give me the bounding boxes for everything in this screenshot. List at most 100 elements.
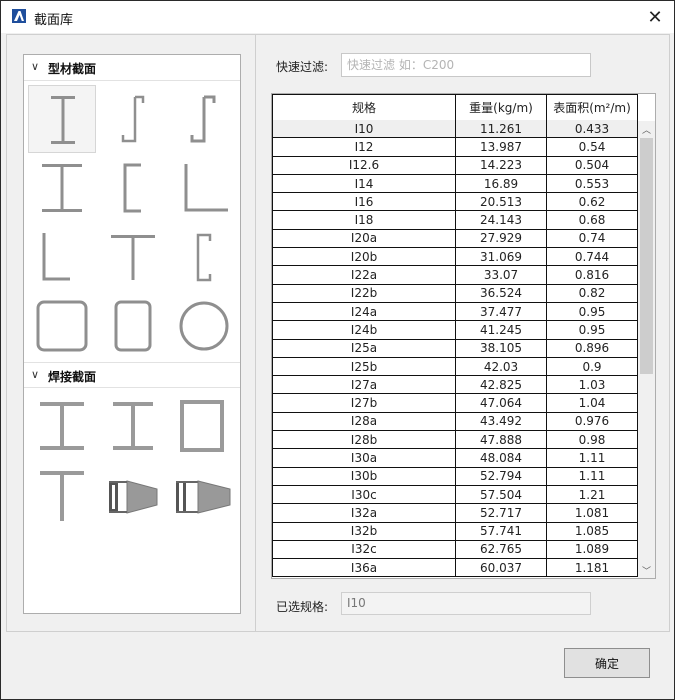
vertical-scrollbar[interactable]: ︿ ﹀ [638,121,655,578]
tapered-i-alt-shape[interactable] [170,461,238,529]
table-row[interactable]: I12.6 14.223 0.504 [272,156,638,175]
spec-cell: I20b [272,248,456,267]
z-section-shape[interactable] [99,85,167,153]
z-section-alt-shape[interactable] [170,85,238,153]
section-type-panel: ∨ 型材截面 ∨ 焊接截面 [23,54,241,614]
table-row[interactable]: I27a 42.825 1.03 [272,376,638,395]
scrollbar-thumb[interactable] [640,138,653,374]
table-row[interactable]: I25a 38.105 0.896 [272,339,638,358]
table-row[interactable]: I32c 62.765 1.089 [272,540,638,560]
table-row[interactable]: I24b 41.245 0.95 [272,321,638,340]
table-row[interactable]: I22a 33.07 0.816 [272,266,638,285]
column-header-spec[interactable]: 规格 [272,94,456,120]
weight-cell: 13.987 [456,138,547,157]
i-beam-icon [51,96,75,144]
area-cell: 0.9 [547,357,638,377]
scroll-down-icon[interactable]: ﹀ [638,562,655,578]
profile-section-header[interactable]: ∨ 型材截面 [24,55,240,81]
circular-hollow-icon [179,301,229,351]
scroll-up-icon[interactable]: ︿ [638,121,655,137]
table-row[interactable]: I24a 37.477 0.95 [272,302,638,322]
circular-hollow-shape[interactable] [170,292,238,360]
table-row[interactable]: I14 16.89 0.553 [272,174,638,194]
spec-cell: I12.6 [272,156,456,175]
filter-input[interactable] [341,53,591,77]
chevron-down-icon[interactable]: ∨ [31,60,43,74]
welded-i-shape[interactable] [28,392,96,460]
table-row[interactable]: I30b 52.794 1.11 [272,467,638,486]
ok-button[interactable]: 确定 [564,648,650,678]
weight-cell: 27.929 [456,229,547,249]
welded-i-icon [40,402,84,450]
channel-shape[interactable] [99,154,167,222]
profile-section-label: 型材截面 [48,62,97,76]
welded-section-label: 焊接截面 [48,370,97,384]
table-row[interactable]: I16 20.513 0.62 [272,193,638,212]
weight-cell: 42.03 [456,357,547,377]
spec-cell: I28a [272,412,456,432]
table-row[interactable]: I28a 43.492 0.976 [272,412,638,432]
equal-angle-shape[interactable] [170,154,238,222]
table-row[interactable]: I10 11.261 0.433 [272,120,638,139]
weight-cell: 60.037 [456,559,547,578]
weight-cell: 41.245 [456,321,547,340]
table-row[interactable]: I36a 60.037 1.181 [272,559,638,578]
lipped-channel-shape[interactable] [170,223,238,291]
weight-cell: 57.741 [456,522,547,541]
square-hollow-shape[interactable] [28,292,96,360]
area-cell: 0.62 [547,193,638,212]
table-row[interactable]: I25b 42.03 0.9 [272,357,638,377]
wide-flange-i-icon [42,164,82,212]
area-cell: 0.433 [547,120,638,139]
equal-angle-icon [184,164,228,212]
rectangular-hollow-icon [114,300,152,352]
table-row[interactable]: I27b 47.064 1.04 [272,394,638,413]
welded-box-shape[interactable] [170,392,238,460]
spec-cell: I18 [272,211,456,230]
close-icon[interactable]: ✕ [642,5,668,29]
spec-cell: I32b [272,522,456,541]
chevron-down-icon[interactable]: ∨ [31,368,43,382]
table-row[interactable]: I32a 52.717 1.081 [272,504,638,523]
spec-cell: I30a [272,449,456,468]
welded-section-header[interactable]: ∨ 焊接截面 [24,362,240,388]
table-row[interactable]: I12 13.987 0.54 [272,138,638,157]
column-header-weight[interactable]: 重量(kg/m) [456,94,547,120]
z-section-icon [121,95,145,143]
area-cell: 1.21 [547,485,638,505]
weight-cell: 20.513 [456,193,547,212]
area-cell: 0.54 [547,138,638,157]
area-cell: 1.081 [547,504,638,523]
table-row[interactable]: I30a 48.084 1.11 [272,449,638,468]
weight-cell: 33.07 [456,266,547,285]
table-row[interactable]: I28b 47.888 0.98 [272,431,638,450]
table-row[interactable]: I30c 57.504 1.21 [272,485,638,505]
t-section-shape[interactable] [99,223,167,291]
weight-cell: 47.888 [456,431,547,450]
i-beam-shape[interactable] [28,85,96,153]
spec-cell: I30c [272,485,456,505]
tapered-i-shape[interactable] [99,461,167,529]
area-cell: 0.816 [547,266,638,285]
table-row[interactable]: I32b 57.741 1.085 [272,522,638,541]
weight-cell: 16.89 [456,174,547,194]
weight-cell: 52.717 [456,504,547,523]
weight-cell: 57.504 [456,485,547,505]
welded-i-narrow-shape[interactable] [99,392,167,460]
spec-cell: I27a [272,376,456,395]
column-header-area[interactable]: 表面积(m²/m) [547,94,638,120]
area-cell: 0.553 [547,174,638,194]
area-cell: 0.896 [547,339,638,358]
spec-table: 规格 重量(kg/m) 表面积(m²/m) I10 11.261 0.433 I12 1… [271,93,656,579]
welded-t-shape[interactable] [28,461,96,529]
table-body: I10 11.261 0.433 I12 13.987 0.54 I12.6 14.223 0.… [272,120,638,578]
table-row[interactable]: I22b 36.524 0.82 [272,284,638,303]
rectangular-hollow-shape[interactable] [99,292,167,360]
wide-flange-i-shape[interactable] [28,154,96,222]
area-cell: 0.504 [547,156,638,175]
table-row[interactable]: I18 24.143 0.68 [272,211,638,230]
table-row[interactable]: I20a 27.929 0.74 [272,229,638,249]
weight-cell: 31.069 [456,248,547,267]
table-row[interactable]: I20b 31.069 0.744 [272,248,638,267]
unequal-angle-shape[interactable] [28,223,96,291]
